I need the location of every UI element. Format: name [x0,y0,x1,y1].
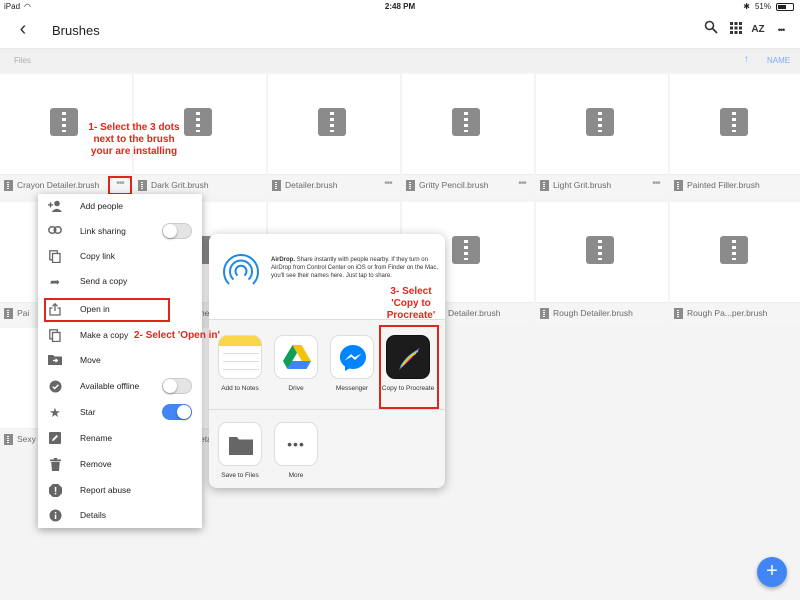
more-icon: ••• [274,422,318,466]
messenger-icon [330,335,374,379]
menu-label: Report abuse [80,485,132,495]
menu-item-rename[interactable]: Rename [38,426,202,451]
menu-label: Move [80,355,101,365]
menu-item-remove[interactable]: Remove [38,452,202,477]
share-arrow-icon: ➦ [49,275,61,289]
star-icon: ★ [49,405,61,420]
info-icon [48,509,62,523]
menu-label: Rename [80,433,113,443]
callout-step-2: 2- Select 'Open in' [134,330,220,341]
report-icon [48,484,62,498]
folder-icon [218,422,262,466]
callout-step-1: 1- Select the 3 dots next to the brush y… [88,122,180,157]
add-person-icon [48,200,62,214]
open-in-highlight [44,298,170,322]
menu-label: Add people [80,201,124,211]
share-action-label: More [288,472,304,479]
callout-step-3: 3- Select 'Copy to Procreate' [386,286,436,321]
menu-label: Available offline [80,381,140,391]
airdrop-icon [221,252,261,297]
menu-item-star[interactable]: ★ Star [38,400,202,425]
star-toggle[interactable] [162,404,192,420]
menu-label: Send a copy [80,276,128,286]
link-sharing-toggle[interactable] [162,223,192,239]
menu-item-move[interactable]: Move [38,348,202,373]
offline-check-icon [48,380,62,394]
menu-item-copy-link[interactable]: Copy link [38,244,202,269]
airdrop-text: Share instantly with people nearby. If t… [271,257,439,279]
offline-toggle[interactable] [162,378,192,394]
pencil-icon [48,432,62,446]
airdrop-description: AirDrop. Share instantly with people nea… [271,256,439,280]
menu-label: Make a copy [80,330,129,340]
procreate-highlight [379,325,439,409]
copy-icon [48,250,62,264]
menu-item-send-copy[interactable]: ➦ Send a copy [38,269,202,294]
menu-item-report-abuse[interactable]: Report abuse [38,478,202,503]
trash-icon [48,458,62,472]
share-action-row: Save to Files ••• More [209,410,445,488]
move-folder-icon [48,354,62,368]
menu-label: Star [80,407,96,417]
copy-icon [48,329,62,343]
drive-icon [274,335,318,379]
menu-label: Remove [80,459,112,469]
menu-item-link-sharing[interactable]: Link sharing [38,219,202,244]
context-menu: Add people Link sharing Copy link ➦ Send… [38,194,202,528]
menu-item-add-people[interactable]: Add people [38,194,202,219]
dots-highlight [108,176,132,195]
menu-item-details[interactable]: Details [38,503,202,528]
add-fab-button[interactable]: + [757,557,787,587]
menu-item-available-offline[interactable]: Available offline [38,374,202,399]
menu-label: Copy link [80,251,115,261]
menu-label: Details [80,510,106,520]
link-icon [48,225,62,239]
airdrop-title: AirDrop. [271,257,295,263]
menu-label: Link sharing [80,226,126,236]
